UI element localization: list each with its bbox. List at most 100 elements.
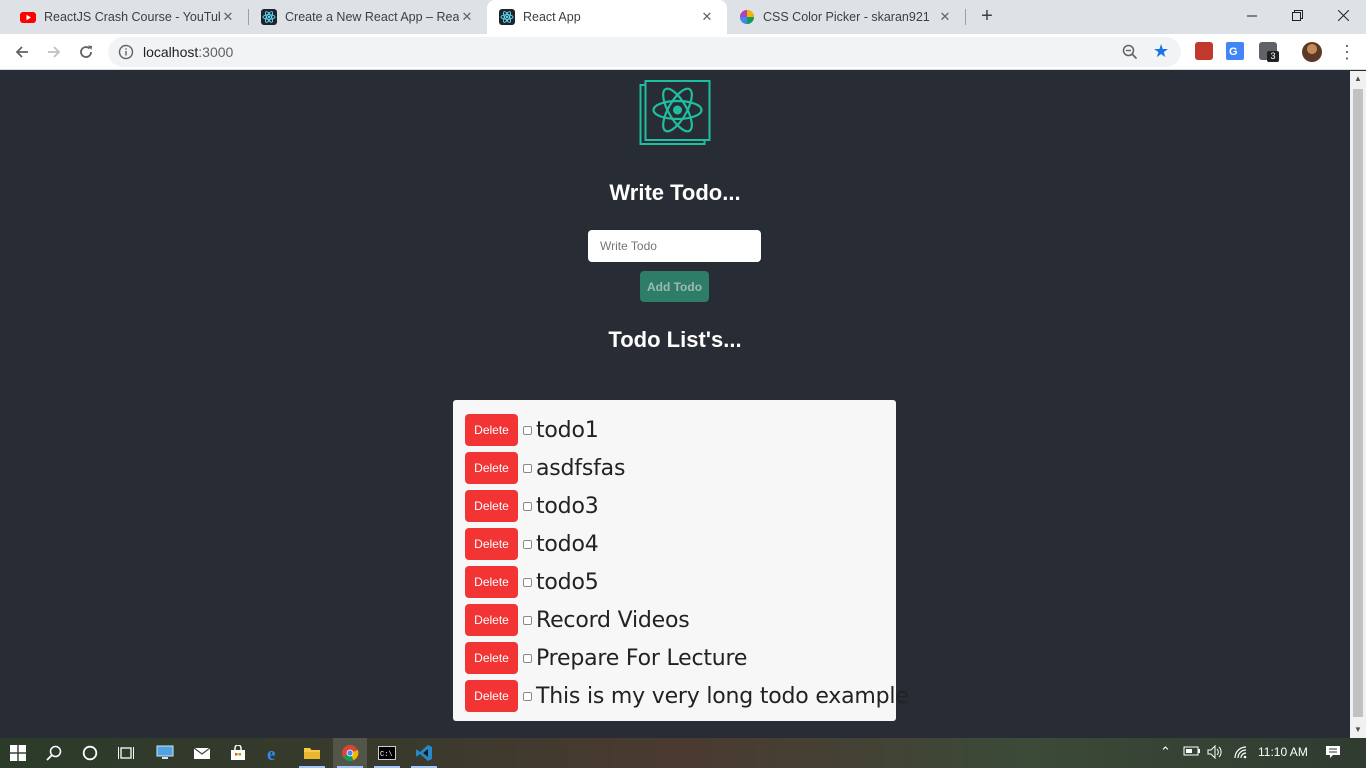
delete-button[interactable]: Delete xyxy=(465,452,518,484)
task-view-button[interactable] xyxy=(116,743,136,763)
edge-icon: e xyxy=(267,744,275,762)
todo-text: todo3 xyxy=(536,493,599,519)
todo-checkbox[interactable] xyxy=(523,501,532,511)
speaker-icon xyxy=(1207,744,1222,760)
taskbar-app-store[interactable] xyxy=(228,743,248,763)
todo-item: Delete This is my very long todo example xyxy=(465,677,909,715)
todo-item: Delete todo5 xyxy=(465,563,896,601)
todo-checkbox[interactable] xyxy=(523,577,532,587)
notification-icon xyxy=(1326,746,1340,758)
color-wheel-icon xyxy=(740,10,754,24)
todo-checkbox[interactable] xyxy=(523,539,532,549)
tray-chevron-up-icon[interactable]: ⌃ xyxy=(1160,744,1171,760)
url-host: localhost xyxy=(143,44,199,60)
tab-close-icon[interactable]: ✕ xyxy=(937,9,953,25)
react-icon xyxy=(261,9,277,25)
restore-button[interactable] xyxy=(1274,0,1320,30)
tab-youtube[interactable]: ReactJS Crash Course - YouTube ✕ xyxy=(8,0,248,34)
taskbar-app-edge[interactable]: e xyxy=(265,743,285,763)
minimize-icon xyxy=(1246,15,1257,16)
wifi-icon[interactable] xyxy=(1233,745,1249,762)
search-button[interactable] xyxy=(44,743,64,763)
extension-icon[interactable] xyxy=(1195,42,1213,60)
scroll-down-arrow-icon[interactable]: ▼ xyxy=(1350,722,1366,738)
clock[interactable]: 11:10 AM xyxy=(1258,745,1308,759)
forward-button[interactable] xyxy=(42,40,66,64)
minimize-button[interactable] xyxy=(1229,0,1275,30)
add-todo-button[interactable]: Add Todo xyxy=(640,271,709,302)
todo-checkbox[interactable] xyxy=(523,615,532,625)
svg-text:e: e xyxy=(267,744,275,762)
volume-icon[interactable] xyxy=(1207,744,1223,762)
action-center-icon[interactable] xyxy=(1325,745,1341,762)
mail-icon xyxy=(193,747,211,759)
youtube-icon xyxy=(20,12,36,23)
extension-badge-count: 3 xyxy=(1267,51,1279,62)
todo-checkbox[interactable] xyxy=(523,653,532,663)
browser-menu-icon[interactable]: ⋮ xyxy=(1338,40,1356,64)
info-icon[interactable] xyxy=(118,44,134,60)
delete-button[interactable]: Delete xyxy=(465,414,518,446)
taskbar-app-mail[interactable] xyxy=(192,743,212,763)
delete-button[interactable]: Delete xyxy=(465,680,518,712)
extension-badge-icon[interactable]: 3 xyxy=(1259,42,1279,62)
tab-close-icon[interactable]: ✕ xyxy=(699,9,715,25)
tab-title: CSS Color Picker - skaran921 xyxy=(763,10,930,24)
taskbar-app-terminal[interactable]: C:\ xyxy=(377,743,397,763)
bookmark-star-icon[interactable]: ★ xyxy=(1153,41,1169,61)
svg-text:C:\: C:\ xyxy=(380,751,393,759)
scrollbar-thumb[interactable] xyxy=(1353,89,1363,717)
new-tab-button[interactable]: + xyxy=(976,5,998,27)
todo-checkbox[interactable] xyxy=(523,463,532,473)
profile-avatar[interactable] xyxy=(1302,42,1322,62)
tab-strip: ReactJS Crash Course - YouTube ✕ Create … xyxy=(0,0,1366,34)
close-window-button[interactable] xyxy=(1320,0,1366,30)
battery-icon[interactable] xyxy=(1183,745,1201,760)
taskbar-app-chrome[interactable] xyxy=(340,743,360,763)
cortana-button[interactable] xyxy=(80,743,100,763)
arrow-left-icon xyxy=(15,46,28,58)
todo-list-heading: Todo List's... xyxy=(608,327,742,352)
taskbar-app-this-pc[interactable] xyxy=(155,743,175,763)
zoom-out-icon[interactable] xyxy=(1122,44,1138,60)
tab-react-app[interactable]: React App ✕ xyxy=(487,0,727,34)
delete-button[interactable]: Delete xyxy=(465,490,518,522)
todo-checkbox[interactable] xyxy=(523,425,532,435)
terminal-icon: C:\ xyxy=(378,746,396,760)
vscode-icon xyxy=(416,745,432,761)
tab-close-icon[interactable]: ✕ xyxy=(459,9,475,25)
tab-create-react-app[interactable]: Create a New React App – React ✕ xyxy=(249,0,487,34)
todo-item: Delete todo4 xyxy=(465,525,896,563)
todo-item: Delete todo3 xyxy=(465,487,896,525)
todo-text: This is my very long todo example xyxy=(536,683,909,709)
todo-checkbox[interactable] xyxy=(523,691,532,701)
task-view-icon xyxy=(118,747,134,759)
delete-button[interactable]: Delete xyxy=(465,604,518,636)
todo-item: Delete asdfsfas xyxy=(465,449,896,487)
tab-color-picker[interactable]: CSS Color Picker - skaran921 ✕ xyxy=(727,0,965,34)
computer-icon xyxy=(156,745,174,759)
delete-button[interactable]: Delete xyxy=(465,566,518,598)
tab-close-icon[interactable]: ✕ xyxy=(220,9,236,25)
todo-text: todo4 xyxy=(536,531,599,557)
folder-icon xyxy=(304,748,320,759)
todo-text: todo5 xyxy=(536,569,599,595)
arrow-right-icon xyxy=(48,46,61,58)
todo-input[interactable] xyxy=(588,230,761,262)
todo-text: Record Videos xyxy=(536,607,690,633)
reload-button[interactable] xyxy=(74,40,98,64)
delete-button[interactable]: Delete xyxy=(465,528,518,560)
taskbar-app-file-explorer[interactable] xyxy=(302,743,322,763)
scroll-up-arrow-icon[interactable]: ▲ xyxy=(1350,71,1366,87)
delete-button[interactable]: Delete xyxy=(465,642,518,674)
address-bar[interactable]: localhost:3000 ★ xyxy=(108,37,1181,67)
translate-extension-icon[interactable]: G xyxy=(1226,42,1244,60)
todo-item: Delete todo1 xyxy=(465,411,896,449)
page-scrollbar[interactable]: ▲ ▼ xyxy=(1350,71,1366,738)
todo-item: Delete Prepare For Lecture xyxy=(465,639,896,677)
back-button[interactable] xyxy=(10,40,34,64)
svg-text:G: G xyxy=(1229,46,1238,58)
start-button[interactable] xyxy=(8,743,28,763)
taskbar-app-vscode[interactable] xyxy=(414,743,434,763)
tab-title: React App xyxy=(523,10,581,24)
